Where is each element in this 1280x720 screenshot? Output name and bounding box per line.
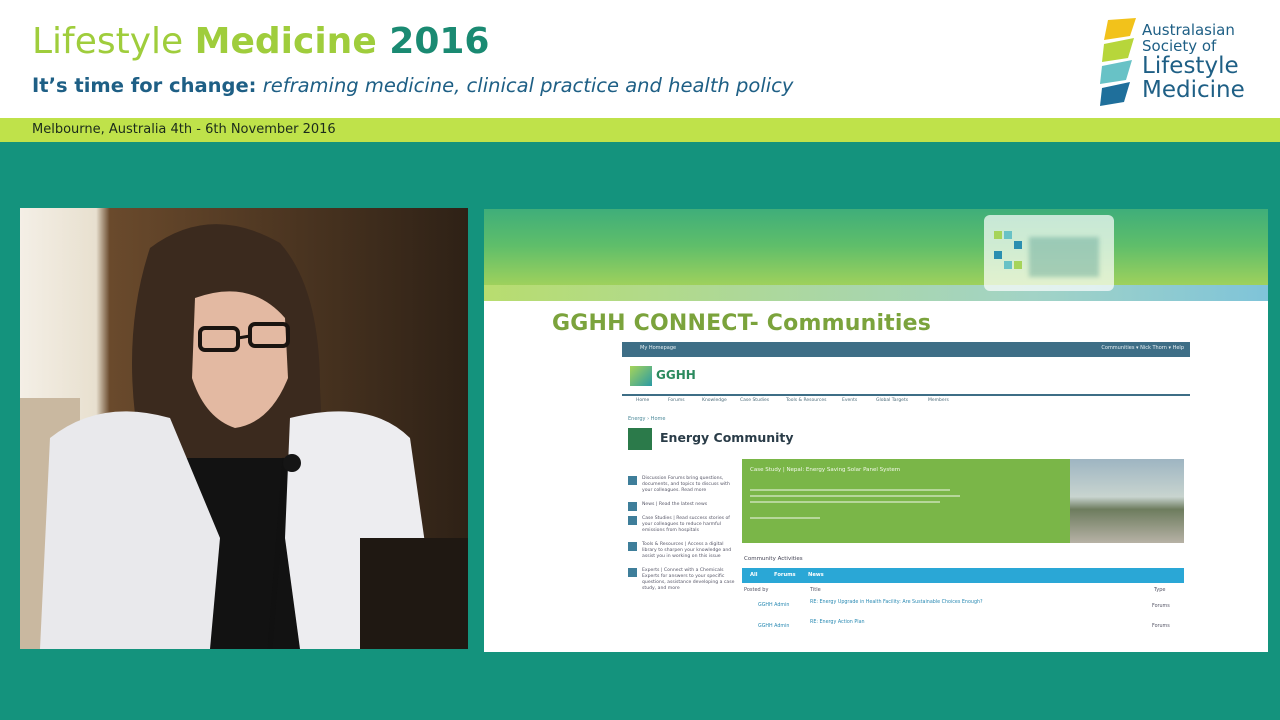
logo-line-3: Lifestyle: [1142, 53, 1239, 79]
row-title[interactable]: RE: Energy Upgrade in Health Facility: A…: [810, 600, 983, 605]
site-main-menu: Home Forums Knowledge Case Studies Tools…: [622, 394, 1190, 406]
column-header-title: Title: [810, 587, 821, 593]
menu-item[interactable]: Members: [928, 398, 949, 403]
logo-square-icon: [1014, 241, 1022, 249]
menu-item[interactable]: Forums: [668, 398, 685, 403]
title-part-year: 2016: [389, 21, 490, 62]
row-type: Forums: [1152, 624, 1170, 629]
logo-square-icon: [1004, 261, 1012, 269]
conference-header: Lifestyle Medicine 2016 It’s time for ch…: [0, 0, 1280, 118]
row-posted-by[interactable]: GGHH Admin: [758, 603, 789, 608]
speaker-video: [20, 208, 468, 649]
news-icon: [628, 502, 637, 511]
slide-title: GGHH CONNECT- Communities: [552, 311, 932, 336]
case-study-icon: [628, 516, 637, 525]
tab-news[interactable]: News: [808, 572, 824, 578]
row-title[interactable]: RE: Energy Action Plan: [810, 620, 865, 625]
site-top-nav: My Homepage Communities ▾ Nick Thorn ▾ H…: [622, 342, 1190, 357]
banner-headline: Case Study | Nepal: Energy Saving Solar …: [750, 467, 901, 473]
tools-icon: [628, 542, 637, 551]
tab-all[interactable]: All: [750, 572, 758, 578]
logo-blurred-text: [1029, 237, 1099, 277]
breadcrumb[interactable]: Energy › Home: [628, 416, 665, 422]
sidebar-item-news[interactable]: News | Read the latest news: [628, 502, 736, 511]
logo-square-icon: [1004, 231, 1012, 239]
sidebar-item-experts[interactable]: Experts | Connect with a Chemicals Exper…: [628, 568, 736, 592]
row-posted-by[interactable]: GGHH Admin: [758, 624, 789, 629]
logo-line-2: Society of: [1142, 37, 1217, 55]
menu-item[interactable]: Global Targets: [876, 398, 908, 403]
energy-plug-icon: [628, 428, 652, 450]
banner-photo: [1070, 459, 1184, 543]
menu-item[interactable]: Case Studies: [740, 398, 769, 403]
society-logo: Australasian Society of Lifestyle Medici…: [1100, 18, 1270, 110]
logo-line-1: Australasian: [1142, 21, 1235, 39]
column-header-posted-by: Posted by: [744, 587, 769, 593]
menu-item[interactable]: Home: [636, 398, 649, 403]
presentation-slide: GGHH CONNECT- Communities My Homepage Co…: [484, 209, 1268, 652]
speaker-video-frame: [20, 208, 468, 649]
site-logo-text: GGHH: [656, 368, 696, 382]
location-bar: Melbourne, Australia 4th - 6th November …: [0, 118, 1280, 142]
community-page-title: Energy Community: [660, 430, 794, 445]
conference-subtitle: It’s time for change: reframing medicine…: [32, 73, 793, 99]
subtitle-bold: It’s time for change:: [32, 74, 257, 97]
activities-tab-bar: All Forums News: [742, 568, 1184, 583]
column-header-type: Type: [1154, 587, 1166, 593]
subtitle-italic: reframing medicine, clinical practice an…: [262, 74, 794, 97]
site-homepage-link[interactable]: My Homepage: [640, 345, 676, 351]
gghh-slide-logo: [984, 215, 1114, 291]
menu-item[interactable]: Tools & Resources: [786, 398, 826, 403]
location-date-text: Melbourne, Australia 4th - 6th November …: [32, 122, 336, 137]
logo-line-4: Medicine: [1142, 77, 1245, 103]
logo-square-icon: [1014, 261, 1022, 269]
conference-title: Lifestyle Medicine 2016: [32, 20, 489, 64]
sidebar-item-tools[interactable]: Tools & Resources | Access a digital lib…: [628, 542, 736, 560]
logo-square-icon: [994, 251, 1002, 259]
sidebar-item-forums[interactable]: Discussion Forums bring questions, docum…: [628, 476, 736, 494]
community-sidebar: Discussion Forums bring questions, docum…: [628, 476, 736, 600]
site-user-menu[interactable]: Communities ▾ Nick Thorn ▾ Help: [1101, 345, 1184, 351]
experts-icon: [628, 568, 637, 577]
society-logo-mark-icon: [1100, 18, 1136, 106]
featured-case-study-banner[interactable]: Case Study | Nepal: Energy Saving Solar …: [742, 459, 1070, 543]
title-part-medicine: Medicine: [194, 21, 390, 62]
society-logo-text: Australasian Society of Lifestyle Medici…: [1142, 22, 1245, 102]
menu-item[interactable]: Events: [842, 398, 857, 403]
sidebar-item-case-studies[interactable]: Case Studies | Read success stories of y…: [628, 516, 736, 534]
community-activities-label: Community Activities: [744, 556, 803, 562]
site-logo-icon: [630, 366, 652, 386]
menu-item[interactable]: Knowledge: [702, 398, 727, 403]
slide-header-band: [484, 285, 1268, 301]
tab-forums[interactable]: Forums: [774, 572, 796, 578]
title-part-lifestyle: Lifestyle: [32, 21, 195, 62]
website-screenshot: My Homepage Communities ▾ Nick Thorn ▾ H…: [622, 342, 1190, 642]
row-type: Forums: [1152, 604, 1170, 609]
forum-icon: [628, 476, 637, 485]
logo-square-icon: [994, 231, 1002, 239]
